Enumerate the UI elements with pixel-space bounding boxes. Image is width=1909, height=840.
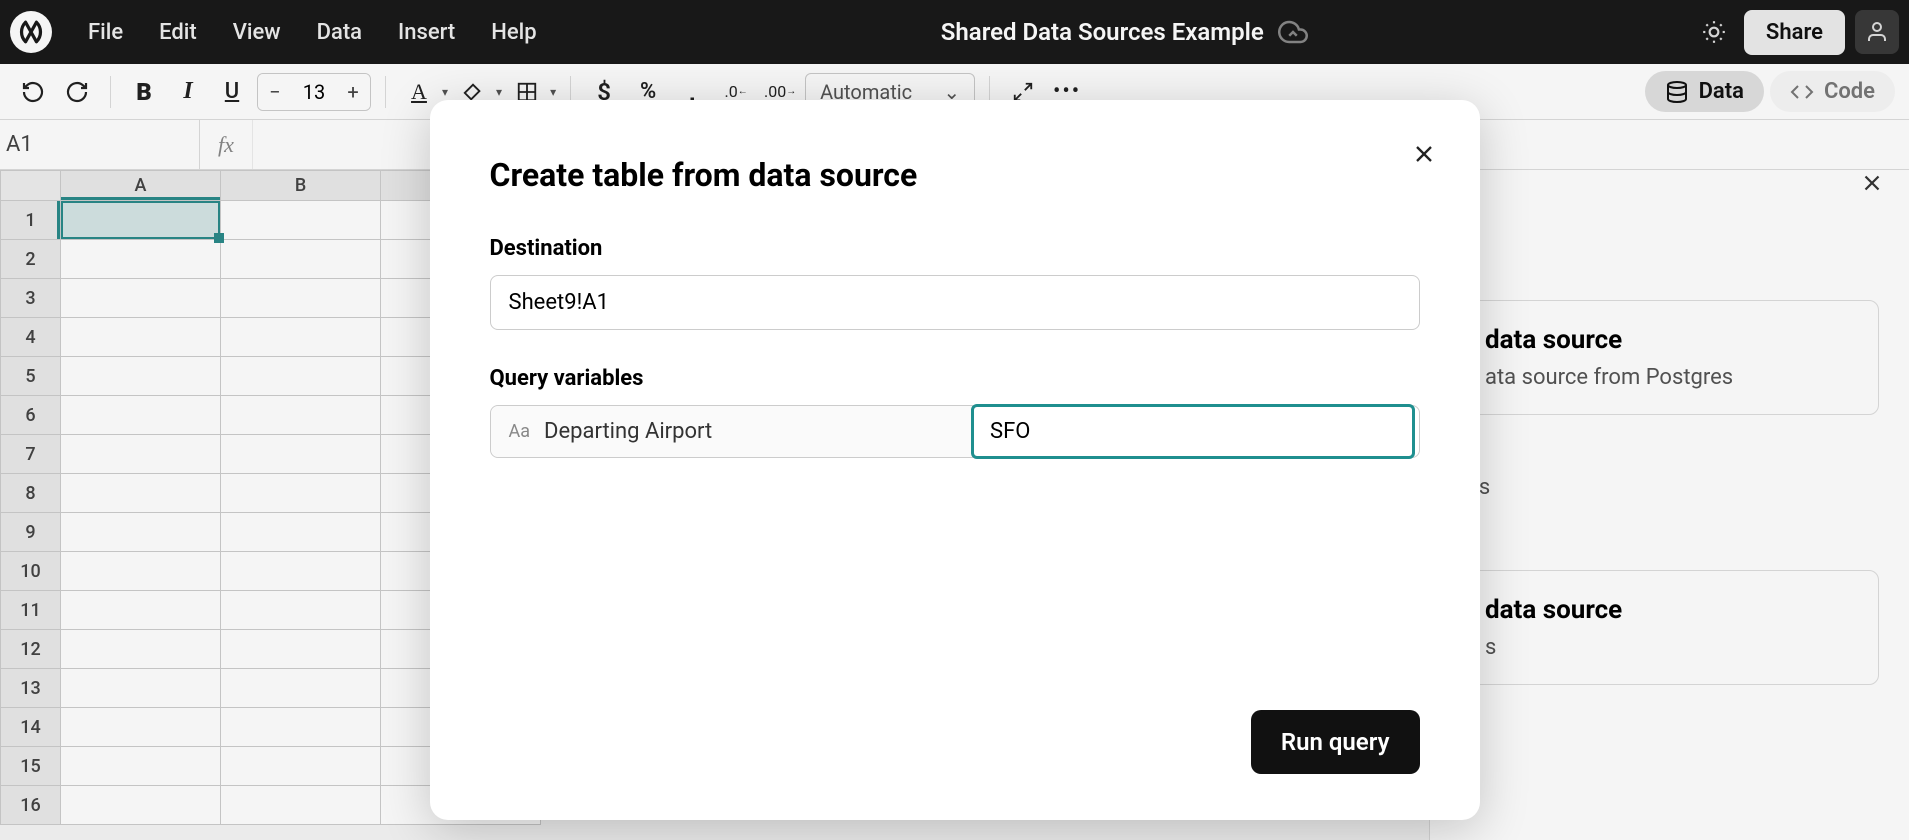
create-table-modal: Create table from data source Destinatio… xyxy=(430,100,1480,820)
destination-label: Destination xyxy=(490,236,1420,261)
variable-name-label: Departing Airport xyxy=(544,419,712,444)
modal-title: Create table from data source xyxy=(490,156,1420,194)
run-query-button[interactable]: Run query xyxy=(1251,710,1420,774)
close-modal-button[interactable] xyxy=(1410,140,1438,168)
variable-value-input[interactable] xyxy=(971,404,1415,459)
modal-overlay: Create table from data source Destinatio… xyxy=(0,0,1909,840)
text-type-icon: Aa xyxy=(509,421,531,442)
destination-input[interactable] xyxy=(490,275,1420,330)
variable-name: Aa Departing Airport xyxy=(491,406,974,457)
query-variable-row: Aa Departing Airport xyxy=(490,405,1420,458)
query-variables-label: Query variables xyxy=(490,366,1420,391)
